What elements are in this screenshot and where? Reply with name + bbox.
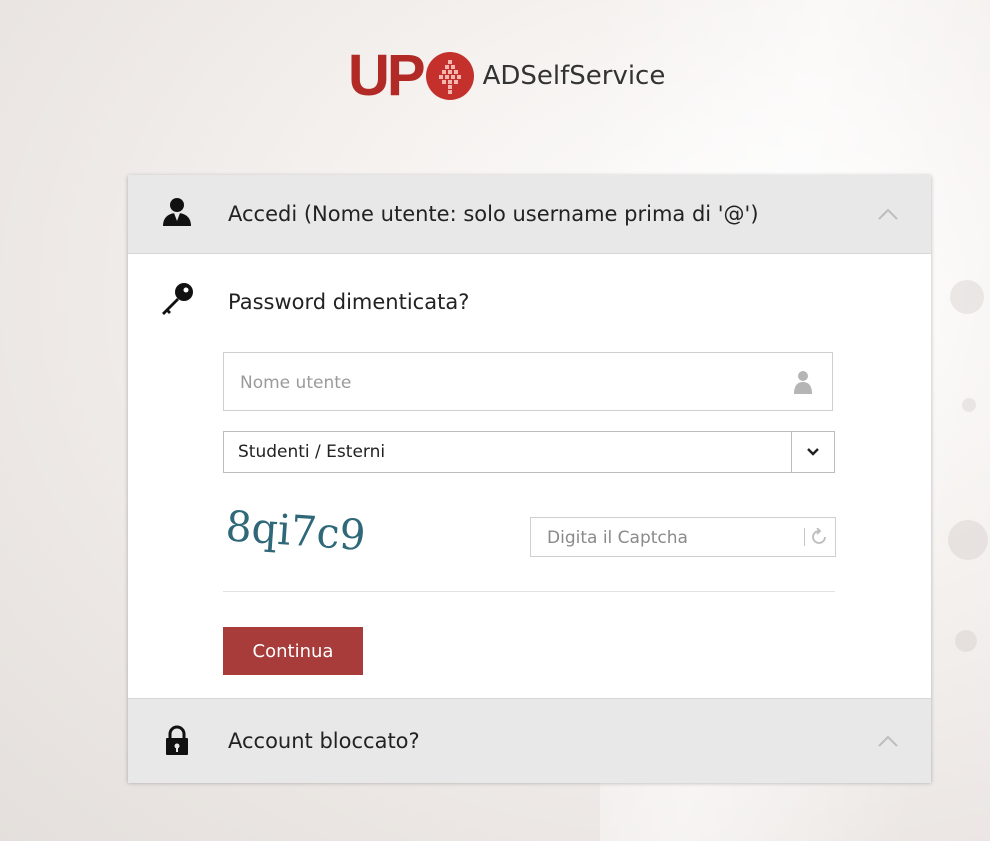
account-locked-title: Account bloccato? [228,729,420,753]
background-dot [950,280,984,314]
form-divider [223,591,835,592]
chevron-down-icon [807,448,819,456]
forgot-password-title: Password dimenticata? [228,290,470,314]
background-dot [962,398,976,412]
background-dot [948,520,988,560]
domain-select-toggle[interactable] [791,432,834,472]
background-dot [955,630,977,652]
chevron-up-icon[interactable] [877,207,899,221]
captcha-separator [804,528,805,546]
domain-select[interactable]: Studenti / Esterni [223,431,835,473]
captcha-field[interactable] [530,517,836,558]
refresh-icon[interactable] [811,528,827,546]
continue-button[interactable]: Continua [223,627,363,675]
logo-emblem-icon [425,52,474,100]
login-panel: Accedi (Nome utente: solo username prima… [128,175,931,783]
key-icon [162,283,193,315]
account-locked-accordion-header[interactable]: Account bloccato? [128,698,931,783]
captcha-image: 8qi7c9 [224,501,367,560]
app-name: ADSelfService [482,61,666,91]
login-accordion-title: Accedi (Nome utente: solo username prima… [228,202,759,226]
username-field[interactable] [223,352,833,412]
user-field-icon [794,371,812,394]
user-icon [163,198,191,226]
logo-letters: UP [348,43,426,108]
login-accordion-header[interactable]: Accedi (Nome utente: solo username prima… [128,175,931,254]
captcha-input[interactable] [545,518,789,558]
lock-icon [166,725,188,755]
captcha-text: 8qi7c9 [224,501,367,560]
chevron-up-icon[interactable] [877,734,899,748]
brand-logo: UP ADSelfService [348,46,665,106]
username-input[interactable] [238,353,782,412]
domain-select-value: Studenti / Esterni [238,442,386,462]
